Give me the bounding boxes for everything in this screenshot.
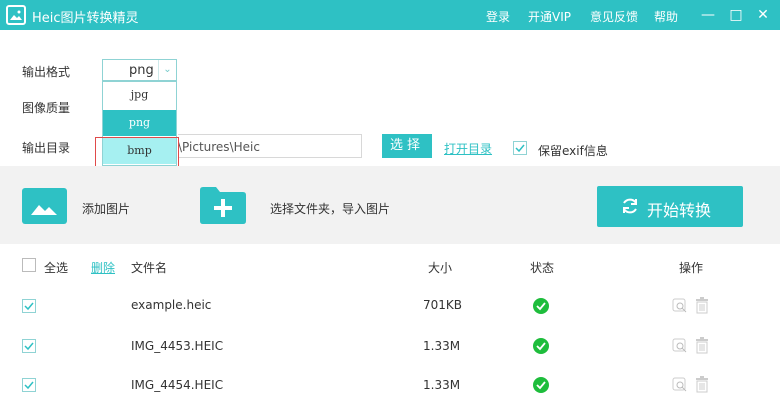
maximize-button[interactable]: □ (726, 5, 746, 25)
start-convert-label: 开始转换 (647, 201, 712, 220)
app-logo-icon (6, 5, 26, 25)
status-ok-icon (533, 338, 549, 354)
row-filename: IMG_4454.HEIC (131, 378, 224, 392)
vip-link[interactable]: 开通VIP (528, 8, 571, 25)
title-bar: Heic图片转换精灵 登录 开通VIP 意见反馈 帮助 — □ ✕ (0, 0, 780, 30)
add-folder-icon[interactable] (200, 186, 246, 224)
trash-icon[interactable] (695, 297, 709, 314)
choose-dir-button[interactable]: 选择 (382, 134, 432, 158)
format-option-png[interactable]: png (103, 110, 176, 136)
header-status: 状态 (530, 261, 555, 275)
output-dir-input[interactable]: \Pictures\Heic (178, 134, 362, 158)
help-link[interactable]: 帮助 (654, 8, 678, 25)
close-button[interactable]: ✕ (753, 5, 773, 25)
header-filename: 文件名 (131, 261, 168, 275)
minimize-button[interactable]: — (698, 5, 718, 25)
output-format-label: 输出格式 (22, 65, 71, 79)
row-checkbox[interactable] (22, 378, 36, 392)
app-title: Heic图片转换精灵 (32, 11, 139, 26)
format-select[interactable]: png ⌄ (102, 59, 177, 81)
status-ok-icon (533, 377, 549, 393)
format-option-jpg[interactable]: jpg (103, 82, 176, 108)
add-image-icon[interactable] (22, 188, 67, 224)
select-all-checkbox[interactable] (22, 258, 36, 272)
delete-link[interactable]: 删除 (91, 259, 115, 276)
login-link[interactable]: 登录 (486, 8, 510, 25)
header-size: 大小 (428, 261, 453, 275)
row-filename: example.heic (131, 298, 212, 312)
refresh-icon (623, 198, 637, 214)
chevron-down-icon[interactable]: ⌄ (158, 60, 176, 80)
image-quality-label: 图像质量 (22, 101, 71, 115)
select-all-label: 全选 (44, 261, 69, 275)
row-size: 701KB (423, 298, 463, 312)
row-filename: IMG_4453.HEIC (131, 339, 224, 353)
open-dir-link[interactable]: 打开目录 (444, 140, 492, 157)
row-checkbox[interactable] (22, 339, 36, 353)
header-ops: 操作 (679, 261, 704, 275)
status-ok-icon (533, 298, 549, 314)
trash-icon[interactable] (695, 337, 709, 354)
trash-icon[interactable] (695, 376, 709, 393)
choose-folder-label[interactable]: 选择文件夹，导入图片 (270, 200, 390, 217)
add-image-label[interactable]: 添加图片 (82, 200, 130, 217)
start-convert-button[interactable]: 开始转换 (597, 186, 743, 227)
row-size: 1.33M (423, 378, 461, 392)
exif-checkbox[interactable] (513, 141, 527, 155)
action-bar: 添加图片 选择文件夹，导入图片 开始转换 (0, 166, 780, 244)
view-icon[interactable] (672, 377, 688, 393)
format-select-value: png (129, 63, 154, 78)
output-dir-label: 输出目录 (22, 141, 71, 155)
row-checkbox[interactable] (22, 299, 36, 313)
exif-label: 保留exif信息 (538, 144, 608, 158)
view-icon[interactable] (672, 298, 688, 314)
view-icon[interactable] (672, 338, 688, 354)
feedback-link[interactable]: 意见反馈 (590, 8, 638, 25)
highlight-box (95, 137, 179, 168)
row-size: 1.33M (423, 339, 461, 353)
